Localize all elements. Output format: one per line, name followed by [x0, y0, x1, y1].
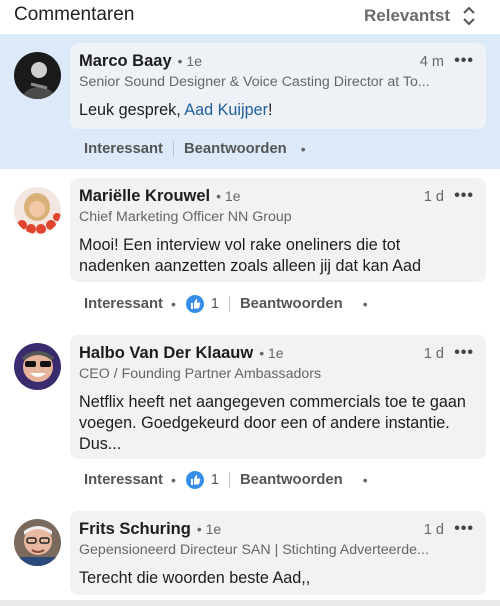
comment-text: Netflix heeft net aangegeven commercials… [79, 393, 466, 453]
commenter-name[interactable]: Frits Schuring [79, 520, 191, 539]
commenter-headline: Chief Marketing Officer NN Group [79, 209, 292, 225]
comment-bubble: Marco Baay • 1e 4 m ••• Senior Sound Des… [70, 43, 486, 129]
comment-item: Frits Schuring • 1e 1 d ••• Gepensioneer… [0, 505, 500, 600]
comment-item: Mariëlle Krouwel • 1e 1 d ••• Chief Mark… [0, 169, 500, 329]
connection-degree: • 1e [259, 345, 284, 361]
avatar[interactable] [14, 187, 61, 234]
separator-dot: • [170, 472, 176, 488]
sort-label: Relevantst [364, 6, 450, 25]
react-button[interactable]: Interessant [84, 141, 163, 157]
comment-item: Marco Baay • 1e 4 m ••• Senior Sound Des… [0, 34, 500, 169]
connection-degree: • 1e [216, 188, 241, 204]
separator-dot: • [362, 472, 368, 488]
sort-updown-icon [463, 6, 475, 26]
action-divider [228, 296, 230, 312]
comment-bubble: Frits Schuring • 1e 1 d ••• Gepensioneer… [70, 511, 486, 595]
bottom-divider [0, 600, 500, 606]
comment-actions: Interessant • 1 Beantwoorden • [84, 471, 376, 489]
react-button[interactable]: Interessant [84, 472, 163, 488]
commenter-headline: Gepensioneerd Directeur SAN | Stichting … [79, 542, 429, 558]
commenter-name[interactable]: Marco Baay [79, 52, 172, 71]
connection-degree: • 1e [177, 53, 203, 69]
comment-text-end: ! [268, 101, 273, 119]
comment-bubble: Mariëlle Krouwel • 1e 1 d ••• Chief Mark… [70, 178, 486, 282]
thumbs-up-icon [185, 295, 204, 313]
comment-time: 1 d [423, 522, 444, 538]
reply-button[interactable]: Beantwoorden [240, 296, 343, 312]
more-horizontal-icon[interactable]: ••• [454, 52, 474, 70]
comment-item: Halbo Van Der Klaauw • 1e 1 d ••• CEO / … [0, 329, 500, 505]
action-divider [228, 472, 230, 488]
comment-time: 1 d [423, 189, 444, 205]
avatar[interactable] [14, 343, 61, 390]
comment-time: 1 d [423, 346, 444, 362]
like-count[interactable]: 1 [211, 296, 219, 312]
thumbs-up-icon [185, 471, 204, 489]
avatar[interactable] [14, 52, 61, 99]
comment-text-start: Leuk gesprek, [79, 101, 185, 119]
comment-actions: Interessant • 1 Beantwoorden • [84, 295, 376, 313]
comment-text: Terecht die woorden beste Aad,, [79, 569, 311, 587]
more-horizontal-icon[interactable]: ••• [454, 344, 474, 362]
more-horizontal-icon[interactable]: ••• [454, 520, 474, 538]
comment-text: Mooi! Een interview vol rake oneliners d… [79, 236, 421, 275]
separator-dot: • [362, 296, 368, 312]
sort-dropdown[interactable]: Relevantst [364, 5, 476, 27]
comment-text: Leuk gesprek, Aad Kuijper! [79, 100, 474, 121]
comments-header: Commentaren Relevantst [0, 0, 500, 34]
comments-title: Commentaren [14, 4, 135, 25]
commenter-name[interactable]: Halbo Van Der Klaauw [79, 344, 253, 363]
action-divider [172, 141, 174, 157]
avatar[interactable] [14, 519, 61, 566]
reply-button[interactable]: Beantwoorden [184, 141, 287, 157]
comment-actions: Interessant Beantwoorden • [84, 141, 314, 157]
more-horizontal-icon[interactable]: ••• [454, 187, 474, 205]
reply-button[interactable]: Beantwoorden [240, 472, 343, 488]
commenter-headline: Senior Sound Designer & Voice Casting Di… [79, 74, 430, 90]
connection-degree: • 1e [196, 521, 222, 537]
separator-dot: • [170, 296, 176, 312]
commenter-name[interactable]: Mariëlle Krouwel [79, 187, 210, 206]
comment-time: 4 m [419, 54, 444, 70]
commenter-headline: CEO / Founding Partner Ambassadors [79, 366, 322, 382]
comment-bubble: Halbo Van Der Klaauw • 1e 1 d ••• CEO / … [70, 335, 486, 459]
separator-dot: • [300, 141, 306, 157]
like-count[interactable]: 1 [211, 472, 219, 488]
react-button[interactable]: Interessant [84, 296, 163, 312]
mention-link[interactable]: Aad Kuijper [184, 101, 268, 119]
